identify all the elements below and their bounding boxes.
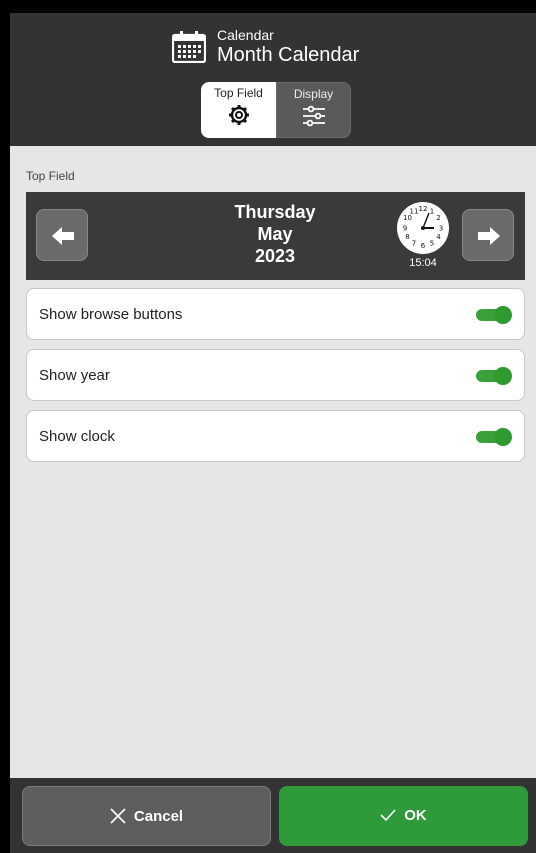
toggle-knob [494,367,512,385]
page-title: Month Calendar [217,44,360,66]
gear-icon [228,105,249,125]
header: Calendar Month Calendar Top Field Displa… [10,13,536,146]
ok-button[interactable]: OK [279,786,528,846]
app-frame: Calendar Month Calendar Top Field Displa… [10,13,536,853]
show-year-toggle[interactable] [476,367,512,385]
close-icon [110,808,126,824]
clock-number: 9 [403,225,407,233]
clock-number: 2 [436,214,440,222]
cancel-button-label: Cancel [133,808,184,825]
clock-number: 12 [419,205,428,213]
show-browse-buttons-toggle[interactable] [476,306,512,324]
setting-show-year[interactable]: Show year [26,349,525,401]
tab-display-label: Display [293,87,334,101]
clock-number: 11 [410,208,419,216]
clock-number: 8 [405,233,409,241]
clock-number: 5 [430,240,434,248]
setting-label: Show clock [39,428,115,445]
clock-number: 4 [436,233,441,241]
cancel-button[interactable]: Cancel [22,786,271,846]
clock-number: 7 [412,240,416,248]
cancel-button-content: Cancel [23,808,270,825]
browse-next-button[interactable] [462,209,514,261]
checkmark-icon [380,809,396,822]
tab-bar: Top Field Display [201,82,351,138]
app-subtitle: Calendar [217,27,274,43]
toggle-knob [494,306,512,324]
setting-label: Show year [39,367,110,384]
toggle-knob [494,428,512,446]
weekday-text: Thursday [234,202,316,222]
tab-display[interactable]: Display [276,82,351,138]
section-label: Top Field [26,169,75,183]
clock-number: 3 [439,225,443,233]
footer-bar: Cancel OK [10,778,536,853]
tab-top-field-label: Top Field [214,86,263,100]
setting-label: Show browse buttons [39,306,183,323]
ok-button-label: OK [404,807,427,824]
setting-show-browse-buttons[interactable]: Show browse buttons [26,288,525,340]
arrow-right-icon [478,227,500,245]
ok-button-content: OK [279,807,528,824]
setting-show-clock[interactable]: Show clock [26,410,525,462]
month-text: May [257,224,293,244]
date-display: Thursday May 2023 [185,201,365,267]
show-clock-toggle[interactable] [476,428,512,446]
clock-number: 1 [430,208,434,216]
top-field-preview: Thursday May 2023 12 1 2 3 4 5 6 7 8 9 1… [26,192,525,280]
clock-number: 6 [421,242,426,250]
analog-clock: 12 1 2 3 4 5 6 7 8 9 10 11 [397,202,449,254]
tab-top-field[interactable]: Top Field [201,82,276,138]
sliders-icon [302,105,325,127]
clock-time-text: 15:04 [409,257,437,269]
calendar-icon [172,31,206,63]
year-text: 2023 [254,246,296,266]
arrow-left-icon [52,227,74,245]
browse-previous-button[interactable] [36,209,88,261]
